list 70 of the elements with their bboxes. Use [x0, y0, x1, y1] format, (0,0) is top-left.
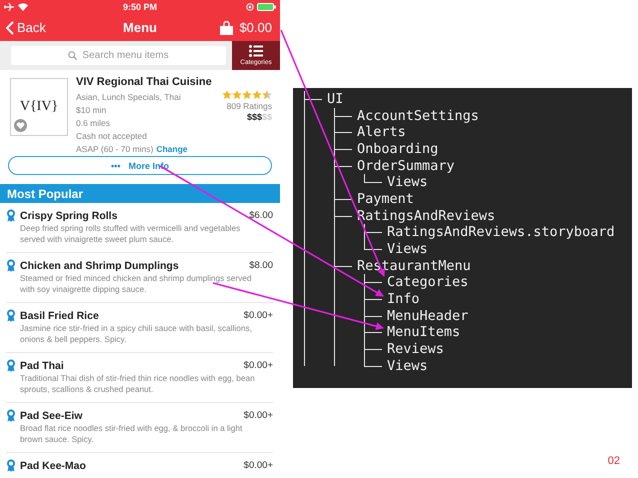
- star-icon: [252, 90, 262, 100]
- item-description: Traditional Thai dish of stir-fried thin rice noodles with egg, bean sprouts, scallions & crushed peanut.: [20, 373, 256, 394]
- ribbon-icon: [6, 359, 16, 372]
- back-button[interactable]: Back: [6, 20, 76, 35]
- folder-name[interactable]: RatingsAndReviews.storyboard: [387, 224, 615, 240]
- item-title[interactable]: Pad Thai: [20, 360, 240, 372]
- star-icon: [242, 90, 252, 100]
- star-icon: [232, 90, 242, 100]
- ratings-count: 809 Ratings: [226, 101, 272, 111]
- item-price: $0.00+: [244, 410, 273, 421]
- item-title[interactable]: Pad Kee-Mao: [20, 460, 240, 472]
- folder-name[interactable]: MenuHeader: [387, 308, 468, 324]
- list-icon: [249, 45, 263, 57]
- status-time: 9:50 PM: [122, 2, 158, 12]
- folder-name[interactable]: Categories: [387, 274, 468, 290]
- folder-name[interactable]: Alerts: [357, 124, 406, 140]
- item-description: Steamed or fried minced chicken and shrimp dumplings served with soy vinaigrette dipping sauce.: [20, 273, 253, 294]
- restaurant-name: VIV Regional Thai Cuisine: [76, 76, 213, 88]
- ribbon-icon: [6, 459, 16, 472]
- section-header: Most Popular: [0, 184, 280, 203]
- screen-title: Menu: [122, 20, 158, 35]
- folder-name[interactable]: OrderSummary: [357, 158, 455, 174]
- item-price: $0.00+: [244, 460, 273, 471]
- shopping-bag-icon: [220, 20, 234, 34]
- item-price: $8.00: [249, 260, 273, 271]
- star-icon: [222, 90, 232, 100]
- folder-name[interactable]: Info: [387, 290, 420, 307]
- item-description: Deep fried spring rolls stuffed with vermicelli and vegetables served with vinaigrette sweet plum sauce.: [20, 223, 242, 244]
- search-icon: [68, 51, 78, 60]
- star-icon: [262, 90, 272, 100]
- ribbon-icon: [6, 409, 16, 422]
- item-title[interactable]: Pad See-Eiw: [20, 410, 240, 422]
- price-level: $$$: [246, 112, 262, 122]
- page-number: 02: [608, 455, 620, 467]
- item-title[interactable]: Chicken and Shrimp Dumplings: [20, 260, 246, 272]
- item-price: $6.00: [249, 210, 273, 221]
- wifi-icon: [18, 3, 28, 11]
- restaurant-logo: V{IV}: [10, 78, 68, 136]
- price-level-remainder: $$: [262, 112, 272, 122]
- item-title[interactable]: Crispy Spring Rolls: [20, 210, 246, 222]
- folder-name[interactable]: UI: [327, 91, 344, 107]
- folder-name[interactable]: Views: [387, 174, 428, 190]
- item-price: $0.00+: [244, 310, 273, 321]
- battery-icon: [257, 3, 276, 11]
- payment-text: Cash not accepted: [76, 131, 148, 141]
- lock-rotation-icon: [246, 3, 254, 11]
- airplane-icon: [4, 3, 14, 11]
- folder-name[interactable]: Views: [387, 358, 428, 374]
- item-description: Jasmine rice stir-fried in a spicy chili sauce with basil, scallions, onions & bell peppers. Spicy.: [20, 323, 253, 344]
- ribbon-icon: [6, 309, 16, 322]
- folder-name[interactable]: Onboarding: [357, 140, 438, 157]
- change-link[interactable]: Change: [156, 144, 188, 154]
- minimum-order-text: $10 min: [76, 105, 108, 115]
- folder-name[interactable]: MenuItems: [387, 324, 460, 340]
- ribbon-icon: [6, 259, 16, 272]
- cuisine-text: Asian, Lunch Specials, Thai: [76, 92, 182, 102]
- chevron-left-icon: [6, 20, 14, 34]
- item-price: $0.00+: [244, 360, 273, 371]
- delivery-time-text: ASAP (60 - 70 mins): [76, 144, 154, 154]
- ribbon-icon: [6, 209, 16, 222]
- distance-text: 0.6 miles: [76, 118, 112, 128]
- more-info-button[interactable]: ••• More Info: [8, 156, 272, 175]
- cart-button[interactable]: $0.00: [204, 20, 274, 35]
- heart-icon[interactable]: [14, 119, 27, 132]
- folder-name[interactable]: Views: [387, 240, 428, 257]
- folder-name[interactable]: Payment: [357, 190, 414, 207]
- folder-name[interactable]: AccountSettings: [357, 108, 479, 124]
- item-description: Broad flat rice noodles stir-fried with egg, & broccoli in a light brown sauce. Spicy.: [20, 423, 244, 444]
- folder-name[interactable]: Reviews: [387, 340, 444, 357]
- item-title[interactable]: Basil Fried Rice: [20, 310, 240, 322]
